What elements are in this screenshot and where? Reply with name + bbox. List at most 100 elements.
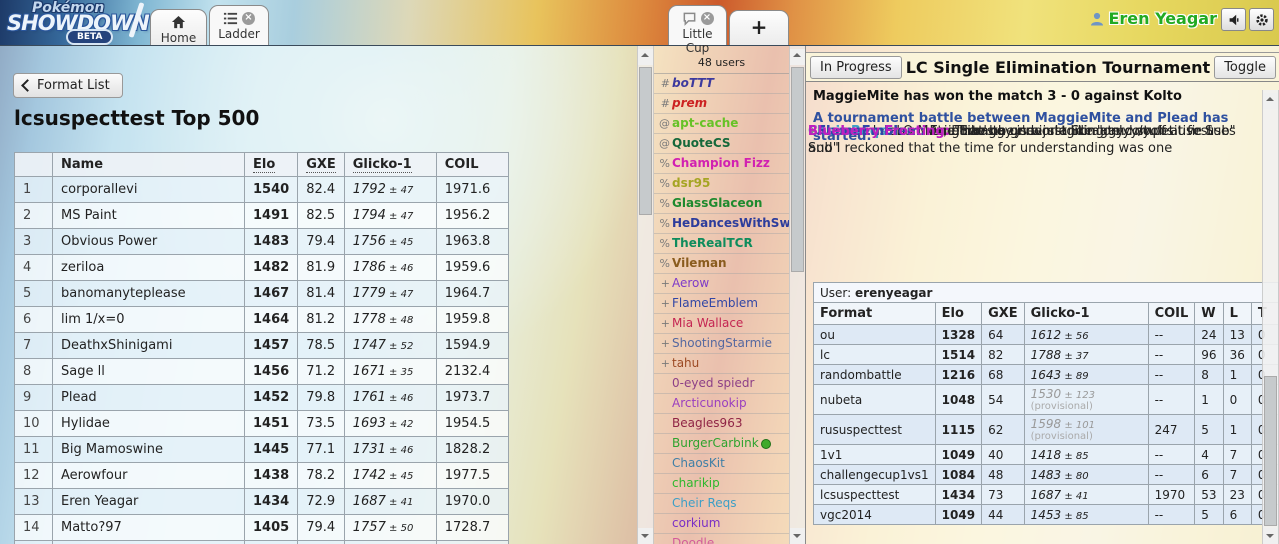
- close-ladder-tab-icon[interactable]: ×: [242, 11, 255, 25]
- format-list-button[interactable]: Format List: [13, 73, 123, 98]
- user-list-item[interactable]: + Aerow: [654, 274, 789, 294]
- scroll-down-arrow-icon[interactable]: [638, 528, 653, 544]
- user-name: tahu: [672, 356, 700, 370]
- stats-coil: --: [1147, 384, 1196, 415]
- ladder-player-name: MS Paint: [52, 202, 245, 229]
- user-list-item[interactable]: % GlassGlaceon: [654, 194, 789, 214]
- glicko-deviation: ± 41: [385, 497, 414, 508]
- glicko-rating: 1778: [352, 312, 386, 327]
- user-list-item[interactable]: corkium: [654, 514, 789, 534]
- user-name: Cheir Reqs: [672, 496, 737, 510]
- close-little-cup-tab-icon[interactable]: ×: [700, 11, 714, 25]
- user-list-item[interactable]: @ apt-cache: [654, 114, 789, 134]
- user-list-item[interactable]: Cheir Reqs: [654, 494, 789, 514]
- glicko-deviation: ± 89: [1061, 370, 1089, 382]
- ladder-elo: 1482: [243, 254, 299, 281]
- user-list-item[interactable]: + FlameEmblem: [654, 294, 789, 314]
- ladder-row: 3 Obvious Power 1483 79.4 1756 ± 45 1963.8: [14, 228, 509, 255]
- ladder-scrollbar-thumb[interactable]: [639, 67, 652, 215]
- scroll-up-arrow-icon[interactable]: [638, 49, 653, 65]
- ladder-player-name: banomanyteplease: [52, 280, 245, 307]
- pokemon-showdown-logo[interactable]: Pokémon SHOWDOWN BETA: [6, 0, 150, 45]
- glicko-rating: 1687: [352, 494, 386, 509]
- user-list-item[interactable]: ChaosKit: [654, 454, 789, 474]
- user-stats-table: User: erenyeagar Format Elo GXE Glicko-1 COI…: [813, 282, 1279, 525]
- ladder-coil: 1963.8: [435, 228, 509, 255]
- stats-elo: 1328: [934, 324, 983, 345]
- sound-button[interactable]: [1221, 8, 1246, 31]
- user-list-scrollbar-thumb[interactable]: [791, 67, 804, 272]
- ladder-row: 5 banomanyteplease 1467 81.4 1779 ± 47 1964.7: [14, 280, 509, 307]
- glicko-deviation: ± 46: [385, 445, 414, 456]
- glicko-deviation: ± 85: [1061, 450, 1089, 462]
- user-list-item[interactable]: % dsr95: [654, 174, 789, 194]
- ladder-gxe: 82.4: [297, 176, 345, 203]
- ladder-gxe: 78.5: [297, 332, 345, 359]
- user-list-item[interactable]: % Vileman: [654, 254, 789, 274]
- chat-scrollbar[interactable]: [1262, 90, 1279, 544]
- ladder-coil: 1971.6: [435, 176, 509, 203]
- ladder-row: 8 Sage ll 1456 71.2 1671 ± 35 2132.4: [14, 358, 509, 385]
- user-list-item[interactable]: BurgerCarbink: [654, 434, 789, 454]
- glicko-deviation: ± 80: [1061, 470, 1089, 482]
- ladder-gxe: 81.4: [297, 280, 345, 307]
- user-list-item[interactable]: # boTTT: [654, 74, 789, 94]
- ladder-rank: 14: [14, 514, 53, 541]
- user-list-item[interactable]: Arcticunokip: [654, 394, 789, 414]
- in-progress-button[interactable]: In Progress: [810, 55, 902, 79]
- glicko-rating: 1671: [352, 364, 386, 379]
- user-name: Aerow: [672, 276, 710, 290]
- ladder-scrollbar[interactable]: [637, 46, 654, 544]
- stats-losses: 7: [1222, 464, 1252, 485]
- stats-glicko: 1453 ± 85: [1023, 504, 1149, 525]
- current-user-button[interactable]: Eren Yeagar: [1089, 9, 1217, 28]
- glicko-rating: 1598: [1030, 417, 1062, 431]
- user-list-item[interactable]: # prem: [654, 94, 789, 114]
- tab-little-cup[interactable]: × Little Cup: [668, 5, 727, 55]
- user-list-item[interactable]: + Mia Wallace: [654, 314, 789, 334]
- ladder-col-rank: [14, 152, 53, 177]
- toggle-button[interactable]: Toggle: [1214, 55, 1276, 79]
- ladder-gxe: 73.5: [297, 410, 345, 437]
- user-list-item[interactable]: @ QuoteCS: [654, 134, 789, 154]
- chat-username[interactable]: Blueberry Frosting:: [808, 124, 950, 139]
- user-list-item[interactable]: Doodle: [654, 534, 789, 544]
- user-list-item[interactable]: % TheRealTCR: [654, 234, 789, 254]
- user-list-item[interactable]: charikip: [654, 474, 789, 494]
- user-name: Vileman: [672, 256, 727, 270]
- scroll-up-arrow-icon[interactable]: [790, 49, 805, 65]
- stats-wins: 5: [1194, 504, 1224, 525]
- stats-wins: 8: [1194, 364, 1224, 385]
- ladder-panel: Format List lcsuspecttest Top 500 Name El…: [0, 46, 638, 544]
- glicko-rating: 1643: [1030, 367, 1062, 382]
- stats-elo: 1115: [934, 414, 983, 445]
- user-list-scrollbar[interactable]: [789, 46, 806, 544]
- stats-glicko: 1612 ± 56: [1023, 324, 1149, 345]
- tab-ladder[interactable]: × Ladder: [209, 5, 269, 45]
- ladder-rank: 3: [14, 228, 53, 255]
- chat-scrollbar-thumb[interactable]: [1264, 376, 1277, 526]
- ladder-glicko: 1778 ± 48: [343, 306, 437, 333]
- user-list-item[interactable]: 0-eyed spiedr: [654, 374, 789, 394]
- stats-caption: User: erenyeagar: [813, 282, 1279, 303]
- scroll-down-arrow-icon[interactable]: [790, 528, 805, 544]
- tab-home[interactable]: Home: [150, 9, 207, 45]
- stats-format: lcsuspecttest: [813, 484, 936, 505]
- ladder-elo: 1483: [243, 228, 299, 255]
- user-list-item[interactable]: % HeDancesWithSw: [654, 214, 789, 234]
- scroll-up-arrow-icon[interactable]: [1263, 93, 1278, 109]
- stats-gxe: 68: [981, 364, 1025, 385]
- online-status-dot-icon: [760, 438, 771, 449]
- glicko-rating: 1779: [352, 286, 386, 301]
- ladder-glicko: 1779 ± 47: [343, 280, 437, 307]
- user-list-item[interactable]: + tahu: [654, 354, 789, 374]
- ladder-rank: 11: [14, 436, 53, 463]
- user-list-item[interactable]: % Champion Fizz: [654, 154, 789, 174]
- scroll-down-arrow-icon[interactable]: [1263, 528, 1278, 544]
- home-icon: [171, 15, 186, 28]
- new-tab-button[interactable]: +: [729, 10, 789, 45]
- ladder-row: 7 DeathxShinigami 1457 78.5 1747 ± 52 1594.9: [14, 332, 509, 359]
- user-list-item[interactable]: + ShootingStarmie: [654, 334, 789, 354]
- user-list-item[interactable]: Beagles963: [654, 414, 789, 434]
- settings-button[interactable]: [1249, 8, 1274, 31]
